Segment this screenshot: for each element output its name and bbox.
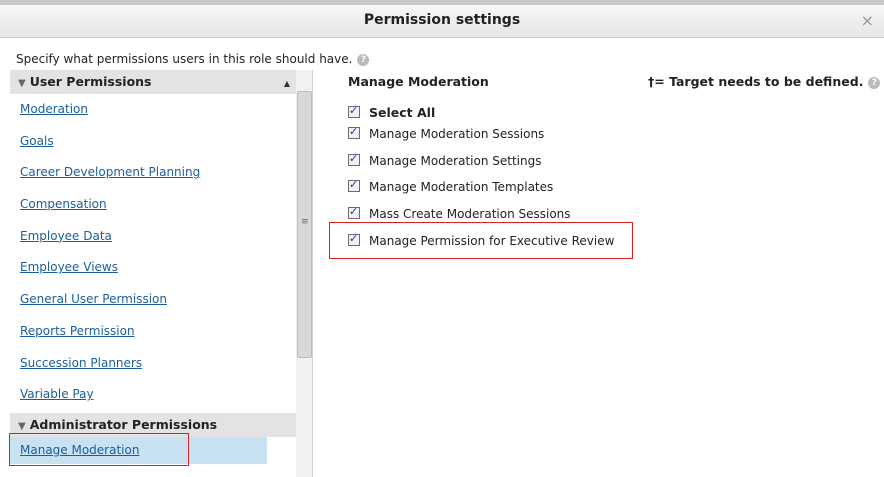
nav-link[interactable]: Goals xyxy=(20,134,54,148)
section-title: Manage Moderation xyxy=(348,74,489,89)
dialog-title: Permission settings xyxy=(363,12,521,28)
select-all-checkbox-row[interactable]: Select All xyxy=(348,103,436,121)
nav-item-compensation: Compensation xyxy=(10,189,296,221)
close-icon[interactable]: × xyxy=(861,11,874,30)
nav-item-goals: Goals xyxy=(10,126,296,158)
scroll-grip-icon: ≡ xyxy=(301,217,309,227)
nav-link[interactable]: Succession Planners xyxy=(20,356,142,370)
scrollbar-thumb[interactable]: ≡ xyxy=(297,91,312,358)
nav-link[interactable]: Employee Data xyxy=(20,229,112,243)
checkbox-label: Mass Create Moderation Sessions xyxy=(369,207,571,221)
collapse-triangle-icon[interactable]: ▼ xyxy=(18,78,26,89)
nav-item-employee-views: Employee Views xyxy=(10,252,296,284)
nav-item-succession-planners: Succession Planners xyxy=(10,348,296,380)
nav-item-reports-permission: Reports Permission xyxy=(10,316,296,348)
checkbox-label: Manage Moderation Sessions xyxy=(369,127,545,141)
nav-link[interactable]: General User Permission xyxy=(20,292,167,306)
user-permissions-label: User Permissions xyxy=(29,74,152,89)
nav-link[interactable]: Variable Pay xyxy=(20,387,94,401)
checkbox-label: Select All xyxy=(369,105,436,120)
nav-item-career-development-planning: Career Development Planning xyxy=(10,157,296,189)
nav-link[interactable]: Moderation xyxy=(20,102,88,116)
intro-text: Specify what permissions users in this r… xyxy=(16,52,370,66)
collapse-triangle-icon[interactable]: ▼ xyxy=(18,421,26,432)
nav-item-employee-data: Employee Data xyxy=(10,221,296,253)
target-note-label: †= Target needs to be defined. xyxy=(648,74,864,89)
nav-item-moderation: Moderation xyxy=(10,94,296,126)
nav-item-variable-pay: Variable Pay xyxy=(10,379,296,411)
highlight-box xyxy=(329,222,633,259)
nav-item-general-user-permission: General User Permission xyxy=(10,284,296,316)
user-permissions-header[interactable]: ▼ User Permissions ▲ xyxy=(10,70,296,94)
checkbox[interactable] xyxy=(348,204,360,220)
permission-checkbox-row[interactable]: Manage Moderation Sessions xyxy=(348,124,545,142)
checkbox[interactable] xyxy=(348,151,360,167)
help-icon[interactable]: ? xyxy=(357,53,370,66)
checkbox[interactable] xyxy=(348,177,360,193)
help-icon[interactable]: ? xyxy=(868,76,881,89)
scroll-up-icon[interactable]: ▲ xyxy=(284,72,290,96)
permission-checkbox-row[interactable]: Manage Moderation Settings xyxy=(348,151,542,169)
target-note: †= Target needs to be defined.? xyxy=(648,74,881,89)
permission-checkbox-row[interactable]: Mass Create Moderation Sessions xyxy=(348,204,571,222)
left-scrollbar[interactable]: ≡ xyxy=(296,70,313,477)
nav-link[interactable]: Reports Permission xyxy=(20,324,135,338)
dialog-titlebar: Permission settings × xyxy=(0,5,884,38)
administrator-permissions-label: Administrator Permissions xyxy=(29,416,218,432)
permission-checkbox-row[interactable]: Manage Moderation Templates xyxy=(348,177,554,195)
permission-category-list: ▼ User Permissions ▲ Moderation Goals Car… xyxy=(10,70,296,477)
nav-link[interactable]: Compensation xyxy=(20,197,107,211)
intro-label: Specify what permissions users in this r… xyxy=(16,52,353,66)
checkbox[interactable] xyxy=(348,124,360,140)
checkbox-label: Manage Moderation Settings xyxy=(369,154,542,168)
nav-link[interactable]: Employee Views xyxy=(20,260,118,274)
checkbox-label: Manage Moderation Templates xyxy=(369,180,554,194)
checkbox[interactable] xyxy=(348,103,360,119)
nav-link[interactable]: Career Development Planning xyxy=(20,165,200,179)
highlight-box xyxy=(9,433,189,466)
